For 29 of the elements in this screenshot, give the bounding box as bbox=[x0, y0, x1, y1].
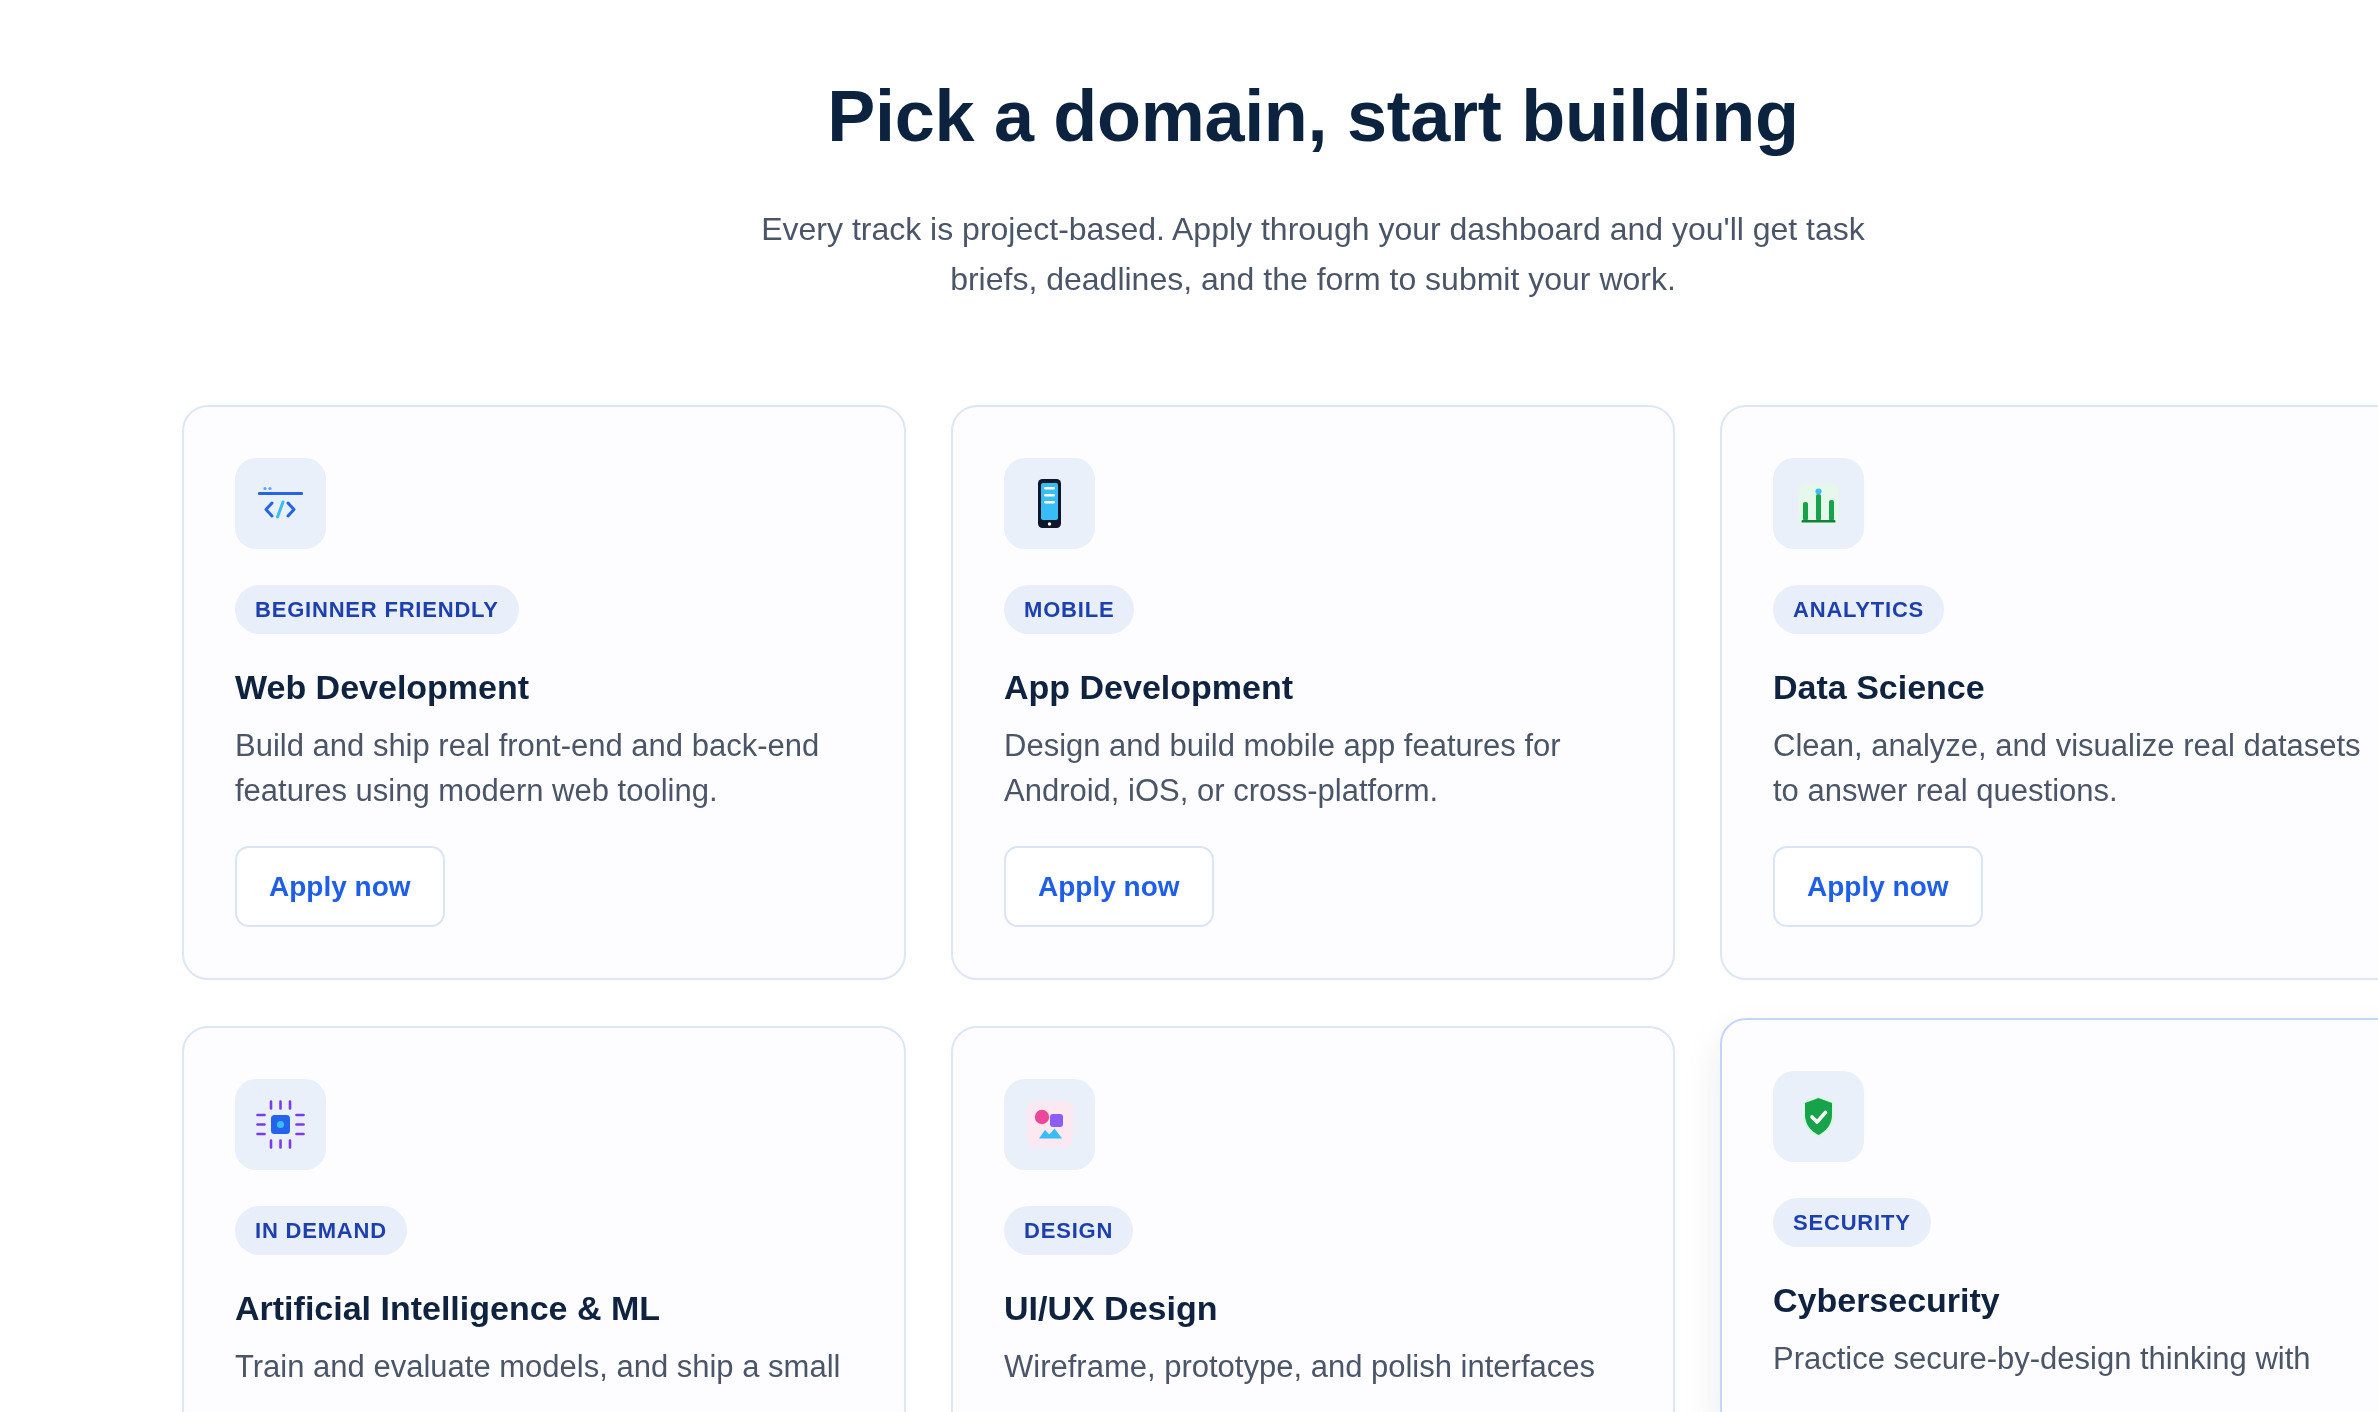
apply-button[interactable]: Apply now bbox=[235, 846, 445, 927]
bar-chart-icon bbox=[1773, 458, 1864, 549]
card-title: Data Science bbox=[1773, 667, 1985, 708]
card-description: Build and ship real front-end and back-end features using modern web tooling. bbox=[235, 727, 821, 810]
chip-icon bbox=[235, 1079, 326, 1170]
category-tag: DESIGN bbox=[1004, 1206, 1134, 1255]
card-title: App Development bbox=[1004, 667, 1294, 708]
category-tag: MOBILE bbox=[1004, 585, 1135, 634]
category-tag: SECURITY bbox=[1773, 1198, 1931, 1247]
card-title: Artificial Intelligence & ML bbox=[235, 1288, 661, 1329]
card-title: Web Development bbox=[235, 667, 530, 708]
card-title: Cybersecurity bbox=[1773, 1280, 2000, 1321]
category-tag: ANALYTICS bbox=[1773, 585, 1945, 634]
card-description: Train and evaluate models, and ship a small bbox=[235, 1348, 841, 1386]
page-subtitle: Every track is project-based. Apply through your dashboard and you'll get task briefs, deadlines, and the form to submit your work. bbox=[760, 210, 1866, 299]
code-icon bbox=[235, 458, 326, 549]
card-description: Clean, analyze, and visualize real datasets to answer real questions. bbox=[1773, 727, 2362, 810]
apply-button[interactable]: Apply now bbox=[1004, 846, 1214, 927]
phone-icon bbox=[1004, 458, 1095, 549]
category-tag: BEGINNER FRIENDLY bbox=[235, 585, 519, 634]
apply-button[interactable]: Apply now bbox=[1773, 846, 1983, 927]
card-description: Design and build mobile app features for Android, iOS, or cross-platform. bbox=[1004, 727, 1562, 810]
card-title: UI/UX Design bbox=[1004, 1288, 1218, 1329]
card-description: Practice secure-by-design thinking with bbox=[1773, 1340, 2311, 1378]
card-description: Wireframe, prototype, and polish interfaces bbox=[1004, 1348, 1595, 1386]
category-tag: IN DEMAND bbox=[235, 1206, 407, 1255]
page-title: Pick a domain, start building bbox=[827, 75, 1799, 158]
shapes-icon bbox=[1004, 1079, 1095, 1170]
shield-check-icon bbox=[1773, 1071, 1864, 1162]
